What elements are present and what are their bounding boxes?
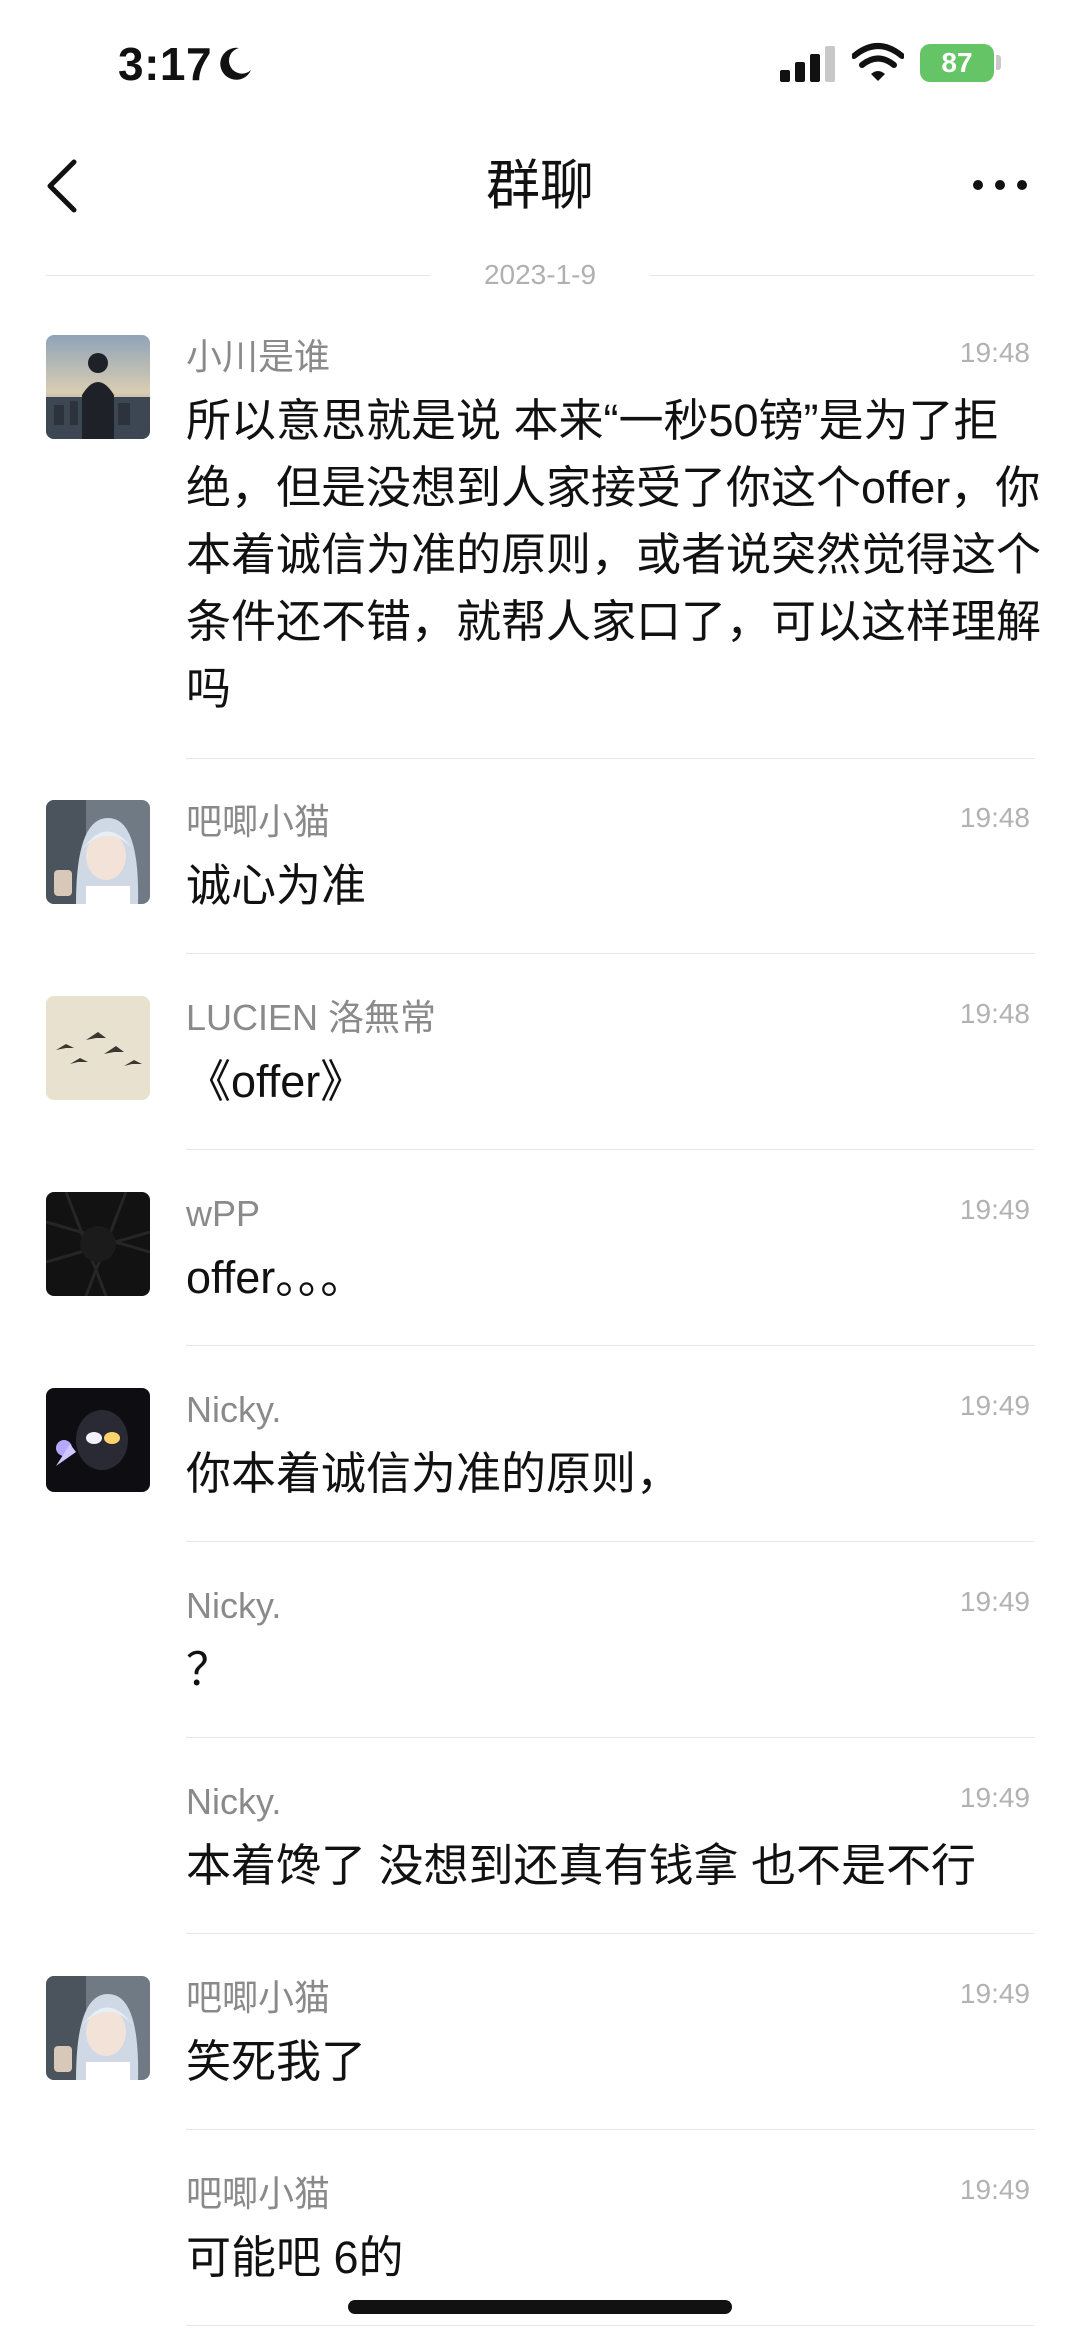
girl-selfie-avatar-icon [46, 800, 150, 904]
message-time: 19:48 [959, 802, 1030, 833]
dark-avatar-icon [46, 1192, 150, 1296]
avatar[interactable] [46, 335, 150, 439]
status-bar: 3:17 87 [0, 0, 1080, 120]
date-separator: 2023-1-9 [46, 255, 1034, 295]
divider [186, 1541, 1034, 1542]
message-time: 19:49 [959, 2174, 1030, 2205]
divider [650, 275, 1034, 276]
message-text: 本着馋了 没想到还真有钱拿 也不是不行 [186, 1840, 977, 1891]
cellular-signal-icon [780, 46, 835, 82]
divider [46, 275, 430, 276]
birds-avatar-icon [46, 996, 150, 1100]
glowing-figure-avatar-icon [46, 1388, 150, 1492]
message-item[interactable]: wPP 19:49 offer。。。 [0, 1192, 1080, 1352]
avatar[interactable] [46, 800, 150, 904]
message-time: 19:48 [959, 998, 1030, 1029]
message-item[interactable]: 小川是谁 19:48 所以意思就是说 本来“一秒50镑”是为了拒绝，但是没想到人… [0, 335, 1080, 765]
message-item[interactable]: Nicky. 19:49 ？ [0, 1584, 1080, 1744]
sender-name: Nicky. [186, 1781, 282, 1822]
avatar[interactable] [46, 1976, 150, 2080]
divider [186, 758, 1034, 759]
landscape-person-avatar-icon [46, 335, 150, 439]
message-text: 你本着诚信为准的原则， [186, 1448, 682, 1499]
message-item[interactable]: LUCIEN 洛無常 19:48 《offer》 [0, 996, 1080, 1156]
message-item[interactable]: Nicky. 19:49 你本着诚信为准的原则， [0, 1388, 1080, 1548]
girl-selfie-avatar-icon [46, 1976, 150, 2080]
moon-icon [220, 47, 251, 80]
nav-bar: 群聊 [0, 130, 1080, 240]
sender-name: LUCIEN 洛無常 [186, 997, 437, 1038]
sender-name: 小川是谁 [186, 336, 331, 377]
message-text: offer。。。 [186, 1252, 366, 1303]
battery-icon: 87 [920, 44, 994, 82]
message-text: 诚心为准 [186, 860, 367, 911]
page-title: 群聊 [486, 156, 594, 216]
battery-cap [996, 55, 1001, 70]
message-text: 可能吧 6的 [186, 2232, 404, 2283]
message-item[interactable]: 吧唧小猫 19:48 诚心为准 [0, 800, 1080, 960]
status-time: 3:17 [118, 38, 213, 90]
divider [186, 2129, 1034, 2130]
message-text: ？ [186, 1644, 232, 1695]
sender-name: Nicky. [186, 1389, 282, 1430]
sender-name: 吧唧小猫 [186, 801, 331, 842]
wifi-icon [852, 43, 904, 81]
sender-name: 吧唧小猫 [186, 1977, 331, 2018]
sender-name: wPP [186, 1193, 261, 1234]
sender-name: 吧唧小猫 [186, 2173, 331, 2214]
avatar[interactable] [46, 1192, 150, 1296]
divider [186, 1737, 1034, 1738]
message-time: 19:48 [959, 337, 1030, 368]
divider [186, 953, 1034, 954]
message-time: 19:49 [959, 1978, 1030, 2009]
message-time: 19:49 [959, 1194, 1030, 1225]
message-item[interactable]: Nicky. 19:49 本着馋了 没想到还真有钱拿 也不是不行 [0, 1780, 1080, 1940]
home-indicator[interactable] [348, 2300, 732, 2314]
divider [186, 1345, 1034, 1346]
divider [186, 1933, 1034, 1934]
avatar[interactable] [46, 1388, 150, 1492]
battery-level: 87 [941, 47, 973, 78]
divider [186, 2325, 1034, 2326]
message-text: 笑死我了 [186, 2036, 367, 2087]
message-time: 19:49 [959, 1782, 1030, 1813]
divider [186, 1149, 1034, 1150]
message-item[interactable]: 吧唧小猫 19:49 笑死我了 [0, 1976, 1080, 2136]
message-time: 19:49 [959, 1586, 1030, 1617]
message-time: 19:49 [959, 1390, 1030, 1421]
ellipsis-icon[interactable] [970, 170, 1030, 200]
date-label: 2023-1-9 [483, 259, 597, 290]
message-text: 《offer》 [186, 1056, 366, 1107]
message-text: 所以意思就是说 本来“一秒50镑”是为了拒绝，但是没想到人家接受了你这个offe… [186, 395, 1042, 714]
avatar[interactable] [46, 996, 150, 1100]
sender-name: Nicky. [186, 1585, 282, 1626]
chevron-left-icon[interactable] [40, 156, 84, 216]
